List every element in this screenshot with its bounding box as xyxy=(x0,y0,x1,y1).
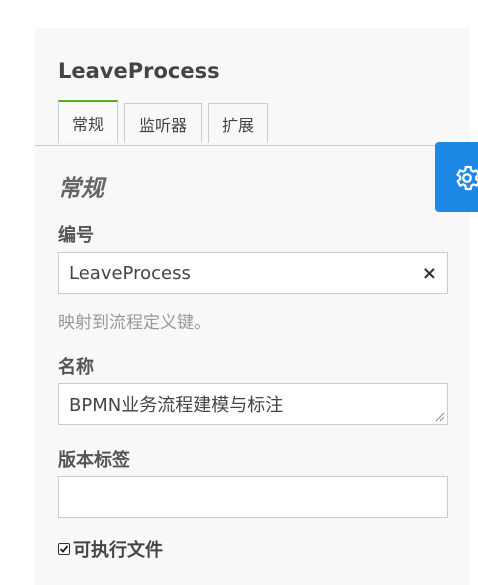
resize-grip-icon[interactable] xyxy=(435,412,445,422)
executable-checkbox[interactable] xyxy=(58,543,70,555)
version-tag-label: 版本标签 xyxy=(58,450,130,471)
id-label: 编号 xyxy=(58,225,94,246)
tab-general[interactable]: 常规 xyxy=(58,100,118,143)
version-tag-input[interactable] xyxy=(58,476,448,518)
id-input[interactable]: LeaveProcess × xyxy=(58,252,448,294)
group-title: 常规 xyxy=(58,176,104,202)
executable-label: 可执行文件 xyxy=(73,540,163,561)
executable-row: 可执行文件 xyxy=(58,538,163,561)
clear-icon[interactable]: × xyxy=(414,263,437,284)
process-title: LeaveProcess xyxy=(58,59,220,83)
name-textarea[interactable]: BPMN业务流程建模与标注 xyxy=(58,383,448,425)
tab-bar: 常规 监听器 扩展 xyxy=(35,100,470,146)
properties-panel: LeaveProcess 常规 监听器 扩展 常规 编号 LeaveProces… xyxy=(35,28,470,585)
id-description: 映射到流程定义键。 xyxy=(58,313,211,333)
tab-listeners[interactable]: 监听器 xyxy=(124,103,202,143)
id-input-value: LeaveProcess xyxy=(69,262,191,284)
tab-extensions[interactable]: 扩展 xyxy=(208,103,268,143)
panel-toggle-button[interactable] xyxy=(435,142,478,212)
name-label: 名称 xyxy=(58,357,94,378)
gear-icon xyxy=(456,165,478,191)
checkmark-icon xyxy=(59,545,69,553)
name-textarea-value: BPMN业务流程建模与标注 xyxy=(69,395,284,416)
